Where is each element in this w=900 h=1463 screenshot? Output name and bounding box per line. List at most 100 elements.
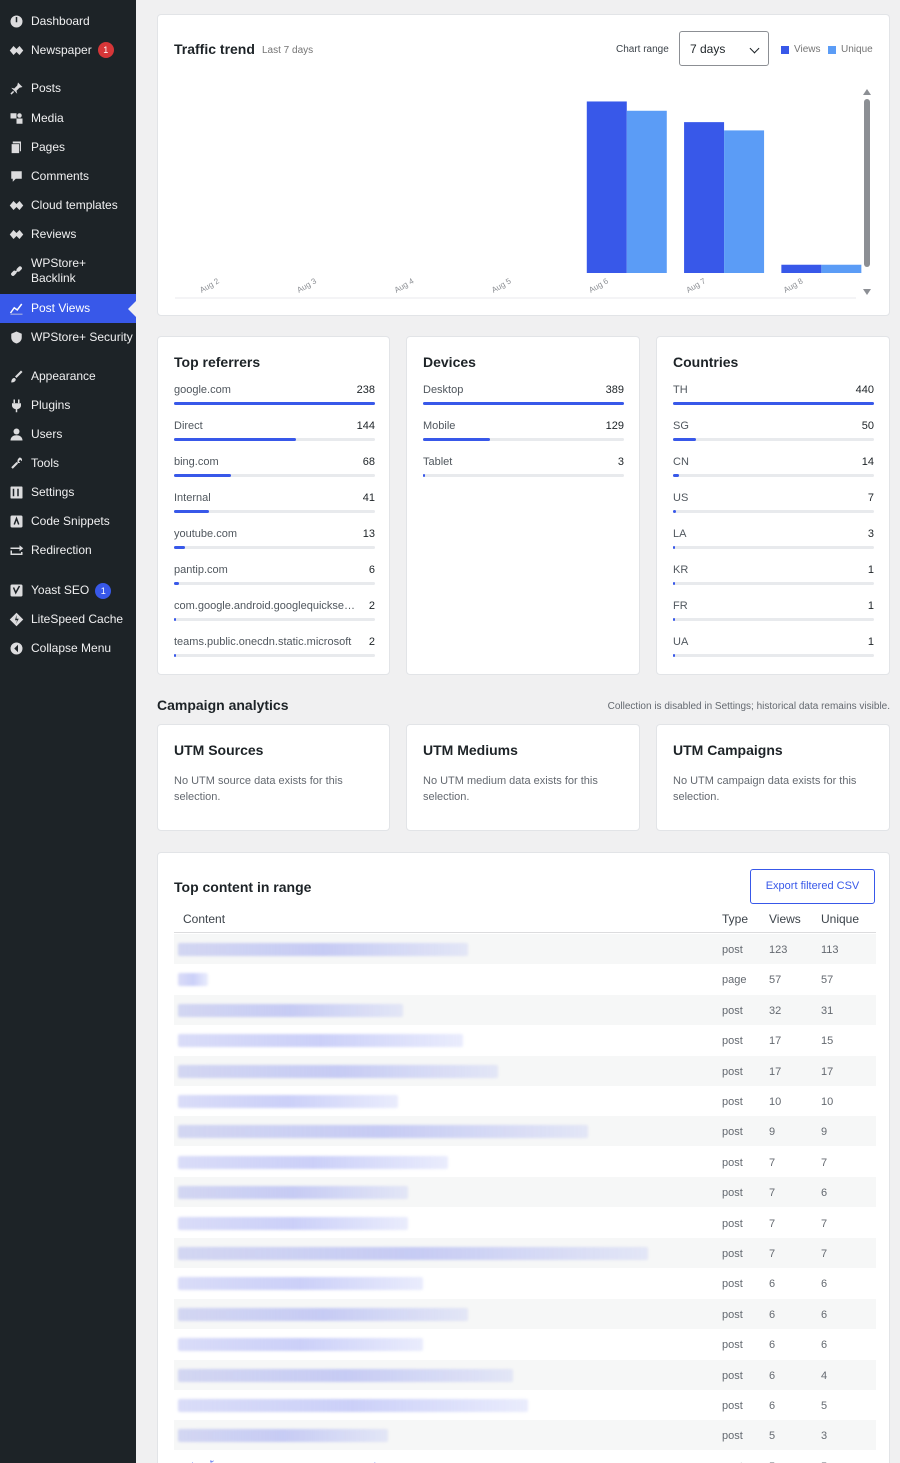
x-tick-label: Aug 8 [782,276,805,295]
content-title-redacted[interactable] [178,1429,388,1443]
content-title-redacted[interactable] [178,1186,408,1200]
table-row[interactable]: post 10 10 [174,1086,876,1116]
sidebar-item-redirection[interactable]: Redirection [0,536,136,565]
column-header-type[interactable]: Type [722,912,748,926]
sidebar-item-posts[interactable]: Posts [0,74,136,103]
content-title-redacted[interactable] [178,1399,528,1412]
column-header-views[interactable]: Views [769,912,801,926]
sidebar-item-pages[interactable]: Pages [0,133,136,161]
table-row[interactable]: page 57 57 [174,964,876,994]
bar-unique-aug-8[interactable] [821,264,862,273]
table-row[interactable]: post 6 4 [174,1359,876,1390]
sidebar-item-collapse-menu[interactable]: Collapse Menu [0,634,136,663]
top-referrers-title: Top referrers [174,354,261,370]
content-title-redacted[interactable] [178,1216,408,1230]
bar-unique-aug-7[interactable] [724,130,765,273]
sidebar-item-code-snippets[interactable]: Code Snippets [0,507,136,536]
content-title-redacted[interactable] [178,1277,423,1291]
table-row[interactable]: post 32 31 [174,994,876,1025]
content-title-redacted[interactable] [178,1003,403,1017]
row-views: 7 [769,1248,776,1260]
sidebar-item-newspaper[interactable]: Newspaper 1 [0,36,136,64]
bar-unique-aug-6[interactable] [626,110,667,274]
legend-swatch-unique [828,45,836,54]
content-title-redacted[interactable] [178,1307,468,1321]
table-row[interactable]: post 17 17 [174,1055,876,1086]
content-title-redacted[interactable] [178,1368,513,1382]
comment-icon [8,168,24,184]
export-csv-button[interactable]: Export filtered CSV [750,869,875,904]
table-row[interactable]: post 7 7 [174,1147,876,1177]
sidebar-item-appearance[interactable]: Appearance [0,362,136,390]
table-row[interactable]: post 123 113 [174,934,876,964]
sidebar-item-wpstore-backlink[interactable]: WPStore+ Backlink [0,249,136,293]
row-unique: 7 [821,1217,828,1230]
countries-bar-fill [673,618,675,621]
notification-badge: 1 [97,42,114,58]
utm-mediums-card: UTM Mediums No UTM medium data exists fo… [406,724,640,831]
table-row[interactable]: post 7 7 [174,1208,876,1238]
sidebar-item-yoast-seo[interactable]: Yoast SEO 1 [0,576,136,605]
table-row[interactable]: post 7 7 [174,1238,876,1268]
referrers-bar-fill [174,546,185,549]
table-row[interactable]: วิธีติดตั้ง Ultimate บน Windows 11 อย่าง… [174,1451,876,1463]
sidebar-item-plugins[interactable]: Plugins [0,391,136,419]
table-row[interactable]: post 6 6 [174,1268,876,1298]
sidebar-item-post-views[interactable]: Post Views [0,294,136,323]
scroll-down-arrow-icon[interactable] [863,289,871,295]
table-row[interactable]: post 6 6 [174,1298,876,1329]
countries-value: 3 [867,528,874,540]
sidebar-item-comments[interactable]: Comments [0,162,136,190]
sidebar-item-dashboard[interactable]: Dashboard [0,7,136,35]
content-title-redacted[interactable] [178,973,208,987]
sidebar-item-wpstore-security[interactable]: WPStore+ Security [0,323,136,352]
content-title-redacted[interactable] [178,1155,448,1169]
referrers-bar-track [174,546,375,549]
scrollbar-thumb[interactable] [864,99,870,267]
devices-bar-track [423,402,624,405]
sidebar-item-settings[interactable]: Settings [0,478,136,507]
referrers-bar-track [174,438,375,441]
table-row[interactable]: post 5 3 [174,1420,876,1451]
table-row[interactable]: post 7 6 [174,1177,876,1208]
bar-views-aug-8[interactable] [781,264,822,273]
row-views: 9 [769,1126,776,1139]
sidebar-item-tools[interactable]: Tools [0,449,136,478]
chart-range-select[interactable]: 7 days [679,31,769,66]
content-title-redacted[interactable] [178,1095,398,1108]
referrers-value: 2 [368,636,375,648]
sidebar-item-media[interactable]: Media [0,104,136,132]
sidebar-item-reviews[interactable]: Reviews [0,220,136,248]
sidebar-item-litespeed-cache[interactable]: LiteSpeed Cache [0,605,136,634]
column-header-content[interactable]: Content [183,912,225,926]
countries-name: TH [673,384,688,396]
bar-views-aug-6[interactable] [586,101,627,273]
sidebar-item-cloud-templates[interactable]: Cloud templates [0,191,136,219]
content-title-redacted[interactable] [178,1034,463,1048]
content-title-redacted[interactable] [178,1247,648,1260]
content-title-redacted[interactable] [178,1338,423,1352]
content-title-redacted[interactable] [178,1125,588,1139]
scroll-up-arrow-icon[interactable] [863,89,871,95]
sidebar-item-label: Yoast SEO [31,583,90,597]
content-title-redacted[interactable] [178,943,468,956]
table-row[interactable]: post 6 6 [174,1329,876,1359]
table-row[interactable]: post 6 5 [174,1390,876,1420]
referrers-value: 238 [356,384,375,396]
sidebar-item-users[interactable]: Users [0,420,136,449]
row-views: 7 [769,1187,776,1200]
sidebar-item-label: Code Snippets [31,514,110,528]
content-title-redacted[interactable] [178,1064,498,1078]
devices-bar-fill [423,402,624,405]
row-views: 32 [769,1004,782,1017]
column-header-unique[interactable]: Unique [821,912,859,926]
row-unique: 17 [821,1065,834,1078]
sidebar-item-label: Pages [31,139,66,154]
media-icon [8,110,24,126]
table-row[interactable]: post 17 15 [174,1025,876,1055]
table-row[interactable]: post 9 9 [174,1116,876,1147]
chart-scrollbar[interactable] [861,87,873,303]
row-unique: 15 [821,1035,834,1048]
bar-views-aug-7[interactable] [684,122,725,273]
row-unique: 10 [821,1096,834,1108]
